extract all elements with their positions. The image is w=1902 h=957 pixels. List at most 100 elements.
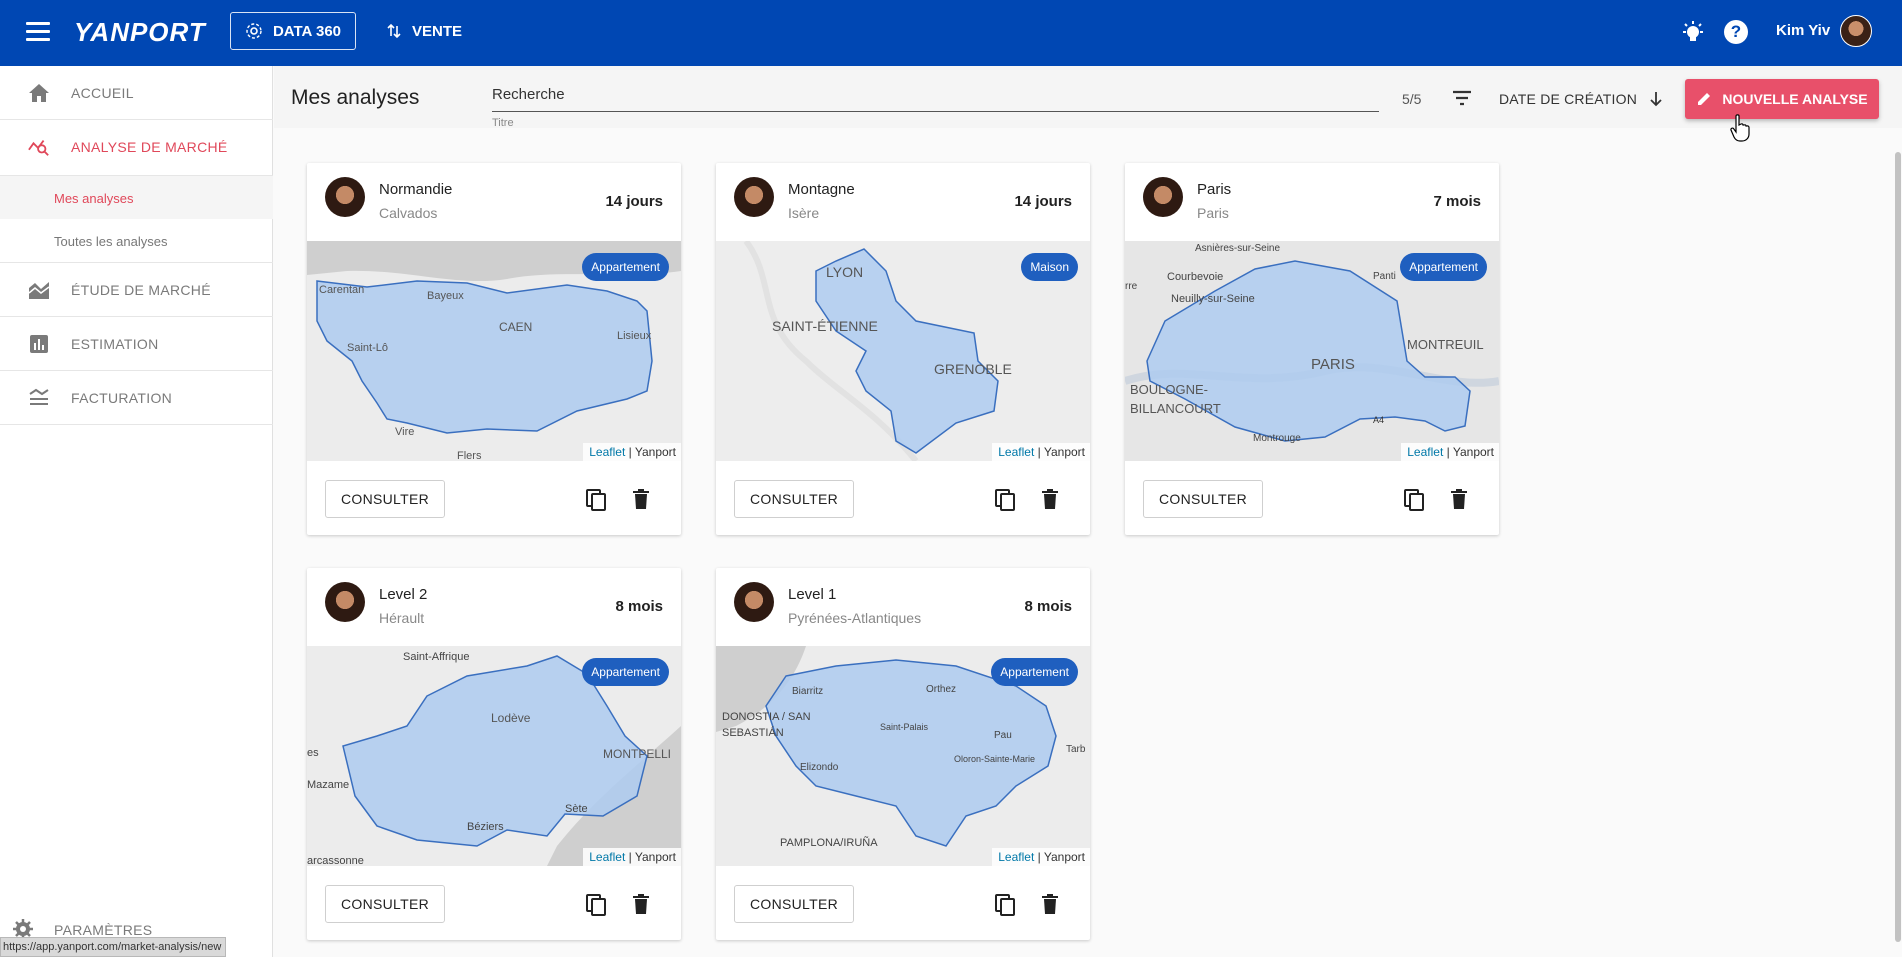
- sidebar-item-label: FACTURATION: [71, 390, 173, 406]
- card-avatar: [734, 582, 774, 622]
- leaflet-link[interactable]: Leaflet: [589, 445, 625, 459]
- new-analysis-button[interactable]: NOUVELLE ANALYSE: [1685, 79, 1879, 119]
- sidebar-subitem-label: Toutes les analyses: [54, 234, 168, 249]
- map-place-label: Lisieux: [617, 330, 652, 342]
- data360-button[interactable]: DATA 360: [230, 12, 356, 50]
- map-place-label: PAMPLONA/IRUÑA: [780, 836, 878, 849]
- billing-icon: [29, 388, 49, 405]
- card-avatar: [734, 177, 774, 217]
- map-place-label: arcassonne: [307, 855, 364, 866]
- trash-icon[interactable]: [1451, 489, 1467, 509]
- vente-label: VENTE: [412, 22, 463, 40]
- leaflet-link[interactable]: Leaflet: [998, 850, 1034, 864]
- analysis-card: Level 2 Hérault 8 mois Saint-Affrique Lo…: [307, 568, 681, 940]
- scrollbar-thumb[interactable]: [1895, 152, 1901, 942]
- card-avatar: [325, 177, 365, 217]
- consult-button[interactable]: CONSULTER: [734, 480, 854, 518]
- map-place-label: Flers: [457, 450, 482, 461]
- result-count: 5/5: [1402, 91, 1422, 107]
- map-place-label: Bayeux: [427, 290, 464, 302]
- leaflet-link[interactable]: Leaflet: [998, 445, 1034, 459]
- trash-icon[interactable]: [633, 894, 649, 914]
- user-avatar[interactable]: [1840, 15, 1872, 47]
- card-subtitle: Calvados: [379, 205, 438, 221]
- copy-icon[interactable]: [994, 488, 1016, 512]
- card-title: Level 1: [788, 586, 837, 603]
- sidebar-item-estimation[interactable]: ESTIMATION: [0, 317, 273, 371]
- top-app-bar: YANPORT DATA 360 VENTE ? Kim Yiv: [0, 0, 1902, 66]
- sidebar-item-accueil[interactable]: ACCUEIL: [0, 66, 273, 120]
- copy-icon[interactable]: [585, 488, 607, 512]
- card-age: 14 jours: [605, 193, 663, 210]
- map-place-label: CAEN: [499, 320, 532, 334]
- sidebar-subitem-mes-analyses[interactable]: Mes analyses: [0, 175, 273, 219]
- vente-button[interactable]: VENTE: [386, 12, 462, 50]
- map-place-label: Saint-Palais: [880, 722, 929, 732]
- card-map[interactable]: Bayeux CAEN Carentan Saint-Lô Lisieux Vi…: [307, 241, 681, 461]
- map-place-label: Pau: [994, 730, 1012, 741]
- lightbulb-icon[interactable]: [1680, 20, 1706, 46]
- card-map[interactable]: Saint-Affrique Lodève MONTPELLI Mazame B…: [307, 646, 681, 866]
- data360-label: DATA 360: [272, 22, 342, 40]
- map-place-label: Panti: [1373, 271, 1396, 282]
- map-place-label: rre: [1125, 281, 1138, 292]
- consult-button[interactable]: CONSULTER: [325, 480, 445, 518]
- map-attribution: Leaflet | Yanport: [583, 848, 681, 866]
- map-place-label: Saint-Affrique: [403, 651, 469, 663]
- yanport-logo[interactable]: YANPORT: [74, 17, 206, 48]
- map-attribution: Leaflet | Yanport: [583, 443, 681, 461]
- sidebar-item-analyse-de-marche[interactable]: ANALYSE DE MARCHÉ: [0, 120, 273, 175]
- map-place-label: Tarb: [1066, 744, 1086, 755]
- sidebar: ACCUEIL ANALYSE DE MARCHÉ Mes analyses T…: [0, 66, 273, 957]
- consult-button[interactable]: CONSULTER: [1143, 480, 1263, 518]
- map-attribution: Leaflet | Yanport: [992, 848, 1090, 866]
- trash-icon[interactable]: [1042, 894, 1058, 914]
- map-place-label: SEBASTIÁN: [722, 726, 784, 739]
- attribution-text: | Yanport: [1037, 445, 1085, 459]
- property-type-badge: Maison: [1021, 253, 1078, 281]
- leaflet-link[interactable]: Leaflet: [1407, 445, 1443, 459]
- page-scrollbar[interactable]: [1893, 140, 1902, 957]
- map-place-label: BILLANCOURT: [1130, 401, 1221, 416]
- trash-icon[interactable]: [633, 489, 649, 509]
- sidebar-item-label: ÉTUDE DE MARCHÉ: [71, 282, 211, 298]
- card-age: 8 mois: [615, 598, 663, 615]
- map-place-label: Saint-Lô: [347, 342, 388, 354]
- card-age: 7 mois: [1433, 193, 1481, 210]
- map-place-label: Oloron-Sainte-Marie: [954, 754, 1035, 764]
- leaflet-link[interactable]: Leaflet: [589, 850, 625, 864]
- map-place-label: PARIS: [1311, 356, 1355, 373]
- analysis-card: Level 1 Pyrénées-Atlantiques 8 mois Biar…: [716, 568, 1090, 940]
- sort-button[interactable]: DATE DE CRÉATION: [1499, 91, 1663, 107]
- search-helper-text: Titre: [492, 117, 514, 129]
- sidebar-subitem-label: Mes analyses: [54, 191, 134, 206]
- map-place-label: A4: [1373, 415, 1384, 425]
- consult-button[interactable]: CONSULTER: [325, 885, 445, 923]
- map-place-label: SAINT-ÉTIENNE: [772, 318, 878, 334]
- consult-button[interactable]: CONSULTER: [734, 885, 854, 923]
- filter-icon[interactable]: [1452, 90, 1472, 106]
- search-input[interactable]: [492, 82, 1372, 106]
- copy-icon[interactable]: [1403, 488, 1425, 512]
- bar-chart-icon: [30, 335, 48, 353]
- sidebar-item-facturation[interactable]: FACTURATION: [0, 371, 273, 425]
- copy-icon[interactable]: [585, 893, 607, 917]
- trash-icon[interactable]: [1042, 489, 1058, 509]
- page-title: Mes analyses: [291, 86, 420, 109]
- help-icon[interactable]: ?: [1724, 20, 1748, 44]
- menu-icon[interactable]: [26, 22, 50, 42]
- user-name[interactable]: Kim Yiv: [1776, 22, 1830, 39]
- copy-icon[interactable]: [994, 893, 1016, 917]
- attribution-text: | Yanport: [1037, 850, 1085, 864]
- sort-label: DATE DE CRÉATION: [1499, 91, 1638, 107]
- sidebar-item-label: ANALYSE DE MARCHÉ: [71, 139, 228, 155]
- card-map[interactable]: Biarritz Orthez DONOSTIA / SAN SEBASTIÁN…: [716, 646, 1090, 866]
- new-analysis-label: NOUVELLE ANALYSE: [1722, 91, 1868, 107]
- market-study-icon: [28, 282, 50, 299]
- sidebar-subitem-toutes-les-analyses[interactable]: Toutes les analyses: [0, 219, 273, 263]
- sidebar-item-etude-de-marche[interactable]: ÉTUDE DE MARCHÉ: [0, 263, 273, 317]
- card-map[interactable]: LYON SAINT-ÉTIENNE GRENOBLE Maison Leafl…: [716, 241, 1090, 461]
- attribution-text: | Yanport: [628, 445, 676, 459]
- hand-pointer-icon: [1730, 114, 1750, 142]
- card-map[interactable]: Asnières-sur-Seine Courbevoie Neuilly-su…: [1125, 241, 1499, 461]
